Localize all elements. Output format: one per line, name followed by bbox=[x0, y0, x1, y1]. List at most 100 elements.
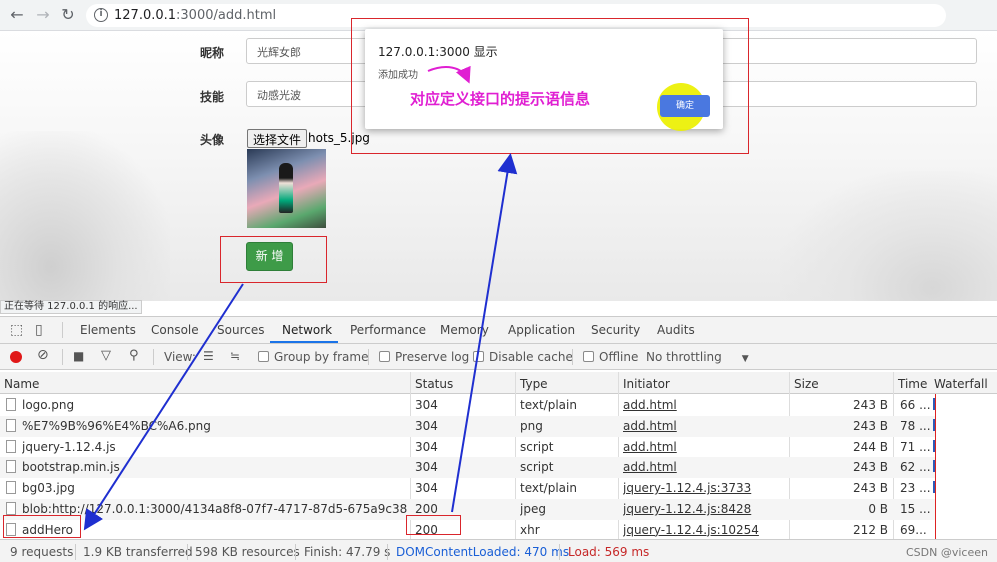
cell-initiator[interactable]: add.html bbox=[623, 460, 786, 474]
tab-security[interactable]: Security bbox=[591, 323, 640, 337]
cell-size: 243 B bbox=[794, 481, 888, 495]
cell-name: blob:http://127.0.0.1:3000/4134a8f8-07f7… bbox=[22, 502, 407, 516]
tab-application[interactable]: Application bbox=[508, 323, 575, 337]
waterfall-bar bbox=[933, 398, 935, 410]
tab-network[interactable]: Network bbox=[282, 323, 332, 337]
tab-audits[interactable]: Audits bbox=[657, 323, 695, 337]
footer-divider bbox=[387, 544, 388, 560]
toolbar-divider bbox=[62, 322, 63, 338]
choose-file-button[interactable]: 选择文件 bbox=[247, 129, 308, 148]
cell-name: %E7%9B%96%E4%BC%A6.png bbox=[22, 418, 211, 433]
status-text: 正在等待 127.0.0.1 的响应... bbox=[0, 300, 142, 314]
cell-status: 304 bbox=[415, 398, 438, 412]
view-label: View: bbox=[164, 350, 196, 364]
dialog-title: 127.0.0.1:3000 显示 bbox=[378, 45, 498, 59]
devtools-panel: ⬚ ▯ Elements Console Sources Network Per… bbox=[0, 316, 997, 562]
cell-size: 243 B bbox=[794, 398, 888, 412]
waterfall-bar bbox=[933, 460, 935, 473]
url-text: 127.0.0.1:3000/add.html bbox=[114, 8, 277, 23]
table-row[interactable]: addHero 200 xhr jquery-1.12.4.js:10254 212 B… bbox=[0, 520, 935, 541]
info-icon[interactable]: i bbox=[94, 8, 108, 22]
file-icon bbox=[6, 418, 16, 432]
throttling-select[interactable]: No throttling ▼ bbox=[646, 350, 749, 364]
footer-divider bbox=[187, 544, 188, 560]
toolbar-divider bbox=[153, 349, 154, 365]
file-icon bbox=[6, 460, 16, 474]
tab-performance[interactable]: Performance bbox=[350, 323, 426, 337]
column-size[interactable]: Size bbox=[794, 377, 819, 391]
table-row[interactable]: bg03.jpg 304 text/plain jquery-1.12.4.js:37… bbox=[0, 478, 935, 499]
back-icon[interactable]: ← bbox=[8, 6, 26, 24]
column-initiator[interactable]: Initiator bbox=[623, 377, 670, 391]
dialog-message: 添加成功 bbox=[378, 70, 418, 81]
reload-icon[interactable]: ↻ bbox=[59, 6, 77, 24]
background-mountain bbox=[0, 131, 170, 301]
finish-time: Finish: 47.79 s bbox=[304, 545, 391, 559]
cell-initiator[interactable]: add.html bbox=[623, 398, 786, 412]
filter-icon[interactable]: ▽ bbox=[101, 348, 111, 363]
column-waterfall[interactable]: Waterfall bbox=[934, 377, 988, 391]
footer-divider bbox=[559, 544, 560, 560]
cell-time: 15 ... bbox=[900, 502, 931, 516]
cell-initiator-text: add.html bbox=[623, 460, 677, 475]
table-row[interactable]: blob:http://127.0.0.1:3000/4134a8f8-07f7… bbox=[0, 499, 935, 520]
file-icon bbox=[6, 502, 16, 515]
waterfall-load-marker bbox=[935, 394, 936, 539]
record-icon[interactable] bbox=[10, 351, 22, 363]
table-row[interactable]: jquery-1.12.4.js 304 script add.html 244 B 71… bbox=[0, 437, 935, 458]
cell-time: 78 ... bbox=[900, 418, 931, 433]
cell-initiator-text: add.html bbox=[623, 398, 677, 412]
inspect-icon[interactable]: ⬚ bbox=[10, 322, 23, 338]
forward-icon[interactable]: → bbox=[34, 6, 52, 24]
device-toggle-icon[interactable]: ▯ bbox=[35, 322, 43, 338]
nickname-label: 昵称 bbox=[200, 46, 225, 60]
cell-time: 62 ... bbox=[900, 460, 931, 475]
column-status[interactable]: Status bbox=[415, 377, 453, 391]
search-icon[interactable]: ⚲ bbox=[129, 348, 139, 363]
disable-cache-checkbox[interactable]: Disable cache bbox=[473, 350, 573, 364]
cell-status: 304 bbox=[415, 439, 438, 454]
skill-label: 技能 bbox=[200, 90, 225, 104]
network-toolbar: ⊘ ■ ▽ ⚲ View: ☰ ≒ Group by frame Preserv… bbox=[0, 344, 997, 370]
cell-type: text/plain bbox=[520, 398, 577, 412]
cell-initiator[interactable]: add.html bbox=[623, 440, 786, 454]
highlight-box-addhero bbox=[3, 515, 81, 538]
tab-memory[interactable]: Memory bbox=[440, 323, 489, 337]
group-by-frame-checkbox[interactable]: Group by frame bbox=[258, 350, 368, 364]
tab-sources[interactable]: Sources bbox=[217, 323, 264, 337]
cell-type: xhr bbox=[520, 522, 540, 537]
table-row[interactable]: bootstrap.min.js 304 script add.html 243 B 62… bbox=[0, 457, 935, 479]
footer-divider bbox=[75, 544, 76, 560]
overview-icon[interactable]: ≒ bbox=[230, 349, 240, 363]
offline-checkbox[interactable]: Offline bbox=[583, 350, 638, 364]
cell-initiator[interactable]: add.html bbox=[623, 419, 786, 433]
cell-initiator[interactable]: jquery-1.12.4.js:8428 bbox=[623, 502, 786, 516]
table-row[interactable]: %E7%9B%96%E4%BC%A6.png 304 png add.html 243 … bbox=[0, 415, 935, 437]
ok-button[interactable]: 确定 bbox=[660, 95, 710, 117]
tab-console[interactable]: Console bbox=[151, 323, 199, 337]
clear-icon[interactable]: ⊘ bbox=[37, 347, 49, 363]
large-rows-icon[interactable]: ☰ bbox=[203, 349, 214, 363]
column-name[interactable]: Name bbox=[4, 377, 39, 391]
column-time[interactable]: Time bbox=[898, 377, 927, 391]
cell-initiator[interactable]: jquery-1.12.4.js:3733 bbox=[623, 481, 786, 495]
screenshot-icon[interactable]: ■ bbox=[73, 349, 84, 363]
cell-status: 304 bbox=[415, 418, 438, 433]
cell-size-text: 243 B bbox=[853, 418, 888, 433]
add-button[interactable]: 新 增 bbox=[246, 242, 293, 271]
table-row[interactable]: logo.png 304 text/plain add.html 243 B 66 ... bbox=[0, 395, 935, 416]
cell-status: 304 bbox=[415, 460, 438, 475]
tab-elements[interactable]: Elements bbox=[80, 323, 136, 337]
cell-size-text: 244 B bbox=[853, 439, 888, 454]
highlight-box-status bbox=[406, 515, 461, 535]
toolbar-divider bbox=[368, 349, 369, 365]
column-type[interactable]: Type bbox=[520, 377, 548, 391]
preserve-log-checkbox[interactable]: Preserve log bbox=[379, 350, 469, 364]
load-time: Load: 569 ms bbox=[568, 545, 650, 559]
cell-initiator[interactable]: jquery-1.12.4.js:10254 bbox=[623, 523, 786, 537]
cell-initiator-text: jquery-1.12.4.js:8428 bbox=[623, 502, 752, 516]
file-icon bbox=[6, 439, 16, 453]
waterfall-bar bbox=[933, 418, 935, 431]
cell-size-text: 212 B bbox=[853, 522, 888, 537]
domcontentloaded-time: DOMContentLoaded: 470 ms bbox=[396, 545, 570, 559]
